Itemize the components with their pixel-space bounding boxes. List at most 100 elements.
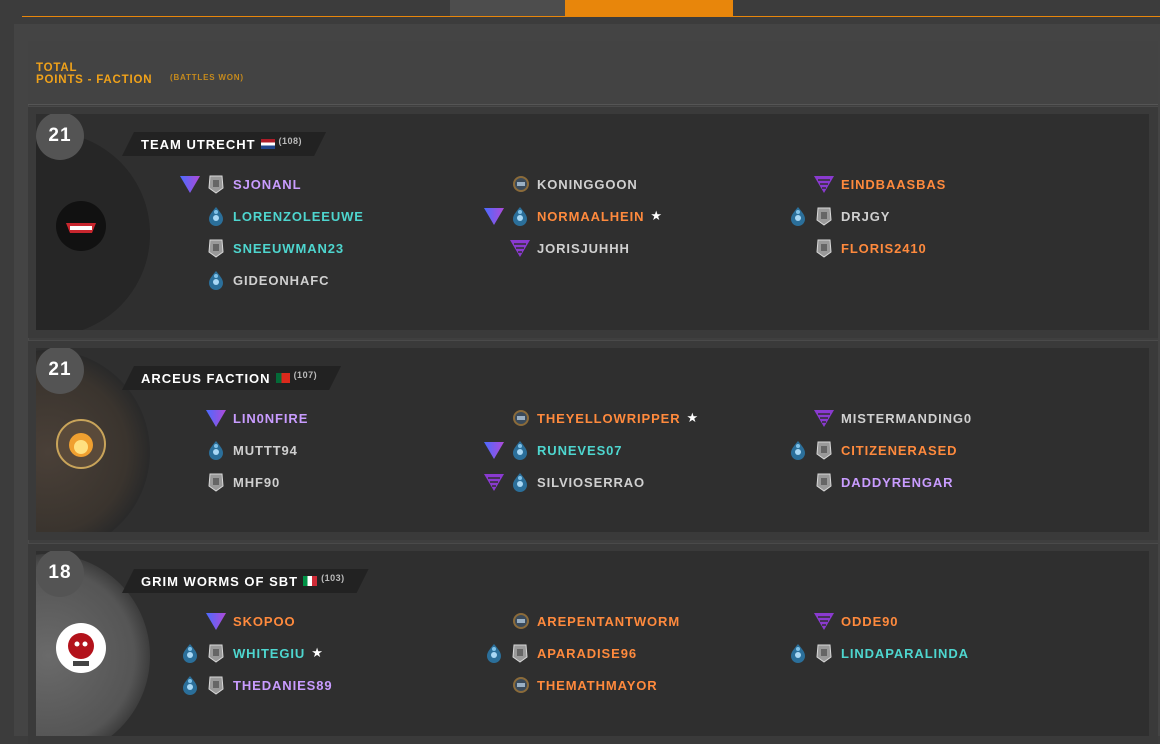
silver-shield-icon xyxy=(207,643,227,663)
leaderboard-title: TOTAL POINTS - FACTION xyxy=(36,62,152,86)
player-entry[interactable]: AREPENTANTWORM xyxy=(513,611,680,631)
blue-droplet-icon xyxy=(485,643,505,663)
player-entry[interactable]: THEMATHMAYOR xyxy=(513,675,658,695)
player-name[interactable]: KONINGGOON xyxy=(537,177,638,192)
helmet-icon xyxy=(511,675,531,695)
player-name[interactable]: MISTERMANDING0 xyxy=(841,411,972,426)
player-name[interactable]: SNEEUWMAN23 xyxy=(233,241,344,256)
helmet-icon xyxy=(511,408,531,428)
team-name: GRIM WORMS OF SBT xyxy=(141,573,299,589)
player-entry[interactable]: JORISJUHHH xyxy=(510,238,630,258)
blue-droplet-icon xyxy=(181,643,201,663)
blue-droplet-icon xyxy=(511,206,531,226)
purple-chevrons-icon xyxy=(813,611,835,631)
player-name[interactable]: AREPENTANTWORM xyxy=(537,614,680,629)
team-rank: 18 xyxy=(48,562,72,583)
blue-droplet-icon xyxy=(207,270,227,290)
player-entry[interactable]: APARADISE96 xyxy=(487,643,637,663)
blue-droplet-icon xyxy=(207,440,227,460)
star-icon: ★ xyxy=(650,208,663,223)
player-name[interactable]: APARADISE96 xyxy=(537,646,637,661)
player-entry[interactable]: THEYELLOWRIPPER ★ xyxy=(513,408,698,428)
player-entry[interactable]: DRJGY xyxy=(791,206,890,226)
player-name[interactable]: THEMATHMAYOR xyxy=(537,678,658,693)
team-name: TEAM UTRECHT xyxy=(141,136,256,152)
blue-purple-triangle-icon xyxy=(205,611,227,631)
player-name[interactable]: NORMAALHEIN xyxy=(537,209,644,224)
team-rank: 21 xyxy=(48,125,72,146)
player-name[interactable]: CITIZENERASED xyxy=(841,443,957,458)
player-name[interactable]: ODDE90 xyxy=(841,614,898,629)
player-entry[interactable]: RUNEVES07 xyxy=(484,440,622,460)
team-rank: 21 xyxy=(48,359,72,380)
silver-shield-icon xyxy=(207,675,227,695)
tab-inactive[interactable] xyxy=(450,0,565,16)
tab-active[interactable] xyxy=(565,0,733,16)
player-name[interactable]: LORENZOLEEUWE xyxy=(233,209,364,224)
silver-shield-icon xyxy=(207,238,227,258)
player-entry[interactable]: SNEEUWMAN23 xyxy=(208,238,344,258)
team-name-banner[interactable]: TEAM UTRECHT (108) xyxy=(122,132,326,156)
player-entry[interactable]: CITIZENERASED xyxy=(791,440,957,460)
player-name[interactable]: DRJGY xyxy=(841,209,890,224)
player-name[interactable]: RUNEVES07 xyxy=(537,443,622,458)
player-entry[interactable]: WHITEGIU ★ xyxy=(183,643,323,663)
player-entry[interactable]: ODDE90 xyxy=(814,611,898,631)
player-entry[interactable]: SKOPOO xyxy=(206,611,295,631)
player-entry[interactable]: EINDBAASBAS xyxy=(814,174,946,194)
player-entry[interactable]: KONINGGOON xyxy=(513,174,638,194)
team-logo[interactable] xyxy=(56,201,106,251)
player-name[interactable]: FLORIS2410 xyxy=(841,241,927,256)
blue-droplet-icon xyxy=(181,675,201,695)
player-name[interactable]: GIDEONHAFC xyxy=(233,273,329,288)
player-entry[interactable]: FLORIS2410 xyxy=(816,238,927,258)
player-entry[interactable]: SILVIOSERRAO xyxy=(484,472,645,492)
silver-shield-icon xyxy=(511,643,531,663)
blue-purple-triangle-icon xyxy=(483,206,505,226)
silver-shield-icon xyxy=(815,440,835,460)
title-line-1: TOTAL xyxy=(36,62,78,74)
player-name[interactable]: MHF90 xyxy=(233,475,280,490)
player-entry[interactable]: LINDAPARALINDA xyxy=(791,643,969,663)
player-entry[interactable]: MUTTT94 xyxy=(209,440,298,460)
blue-droplet-icon xyxy=(789,206,809,226)
team-rank-badge: 21 xyxy=(36,114,84,160)
player-name[interactable]: SILVIOSERRAO xyxy=(537,475,645,490)
helmet-icon xyxy=(511,611,531,631)
accent-divider xyxy=(22,16,1160,17)
player-name[interactable]: LIN0NFIRE xyxy=(233,411,308,426)
team-card: 21 TEAM UTRECHT (108) SJONANL LORENZOLEEUWE S… xyxy=(36,114,1149,330)
player-entry[interactable]: THEDANIES89 xyxy=(183,675,332,695)
player-name[interactable]: THEYELLOWRIPPER xyxy=(537,411,681,426)
player-name[interactable]: MUTTT94 xyxy=(233,443,298,458)
helmet-icon xyxy=(511,174,531,194)
star-icon: ★ xyxy=(311,645,323,660)
player-name[interactable]: LINDAPARALINDA xyxy=(841,646,969,661)
player-name[interactable]: SKOPOO xyxy=(233,614,295,629)
player-entry[interactable]: LIN0NFIRE xyxy=(206,408,308,428)
silver-shield-icon xyxy=(815,643,835,663)
player-entry[interactable]: MISTERMANDING0 xyxy=(814,408,972,428)
player-entry[interactable]: DADDYRENGAR xyxy=(816,472,953,492)
player-entry[interactable]: SJONANL xyxy=(180,174,301,194)
player-entry[interactable]: LORENZOLEEUWE xyxy=(209,206,364,226)
team-logo[interactable] xyxy=(56,419,106,469)
leaderboard-subtitle: (BATTLES WON) xyxy=(170,73,244,82)
player-name[interactable]: JORISJUHHH xyxy=(537,241,630,256)
player-entry[interactable]: GIDEONHAFC xyxy=(209,270,329,290)
player-entry[interactable]: MHF90 xyxy=(208,472,280,492)
team-logo[interactable] xyxy=(56,622,106,673)
purple-chevrons-icon xyxy=(483,472,505,492)
team-name-banner[interactable]: ARCEUS FACTION (107) xyxy=(122,366,341,390)
blue-purple-triangle-icon xyxy=(179,174,201,194)
player-name[interactable]: DADDYRENGAR xyxy=(841,475,953,490)
player-name[interactable]: EINDBAASBAS xyxy=(841,177,946,192)
player-name[interactable]: SJONANL xyxy=(233,177,301,192)
player-entry[interactable]: NORMAALHEIN ★ xyxy=(484,206,663,226)
team-name-banner[interactable]: GRIM WORMS OF SBT (103) xyxy=(122,569,369,593)
player-name[interactable]: WHITEGIU xyxy=(233,646,305,661)
blue-droplet-icon xyxy=(207,206,227,226)
country-flag-icon xyxy=(303,576,317,586)
team-card: 21 ARCEUS FACTION (107) LIN0NFIRE MUTTT94 MHF… xyxy=(36,348,1149,532)
player-name[interactable]: THEDANIES89 xyxy=(233,678,332,693)
